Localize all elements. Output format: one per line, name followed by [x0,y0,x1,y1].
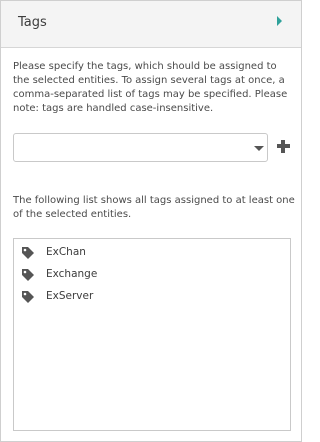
panel-header: Tags [1,1,301,48]
tag-input[interactable] [14,134,242,161]
add-tag-button[interactable] [276,139,291,154]
tag-combobox[interactable] [13,133,268,162]
assigned-tags-list[interactable]: ExChan Exchange ExServer [13,238,291,431]
tags-description: Please specify the tags, which should be… [13,61,288,114]
tag-label: ExChan [46,246,86,258]
tag-label: ExServer [46,290,94,302]
tag-list-item[interactable]: ExChan [20,243,282,263]
caret-right-icon[interactable] [277,16,282,26]
panel-title: Tags [18,15,47,30]
chevron-down-icon[interactable] [254,146,264,151]
tags-panel: Tags Please specify the tags, which shou… [0,0,302,442]
tag-icon [22,269,34,281]
tag-label: Exchange [46,268,98,280]
tag-icon [22,291,34,303]
tag-icon [22,247,34,259]
tag-list-item[interactable]: Exchange [20,265,282,285]
tag-list-item[interactable]: ExServer [20,287,282,307]
assigned-tags-caption: The following list shows all tags assign… [13,195,295,220]
